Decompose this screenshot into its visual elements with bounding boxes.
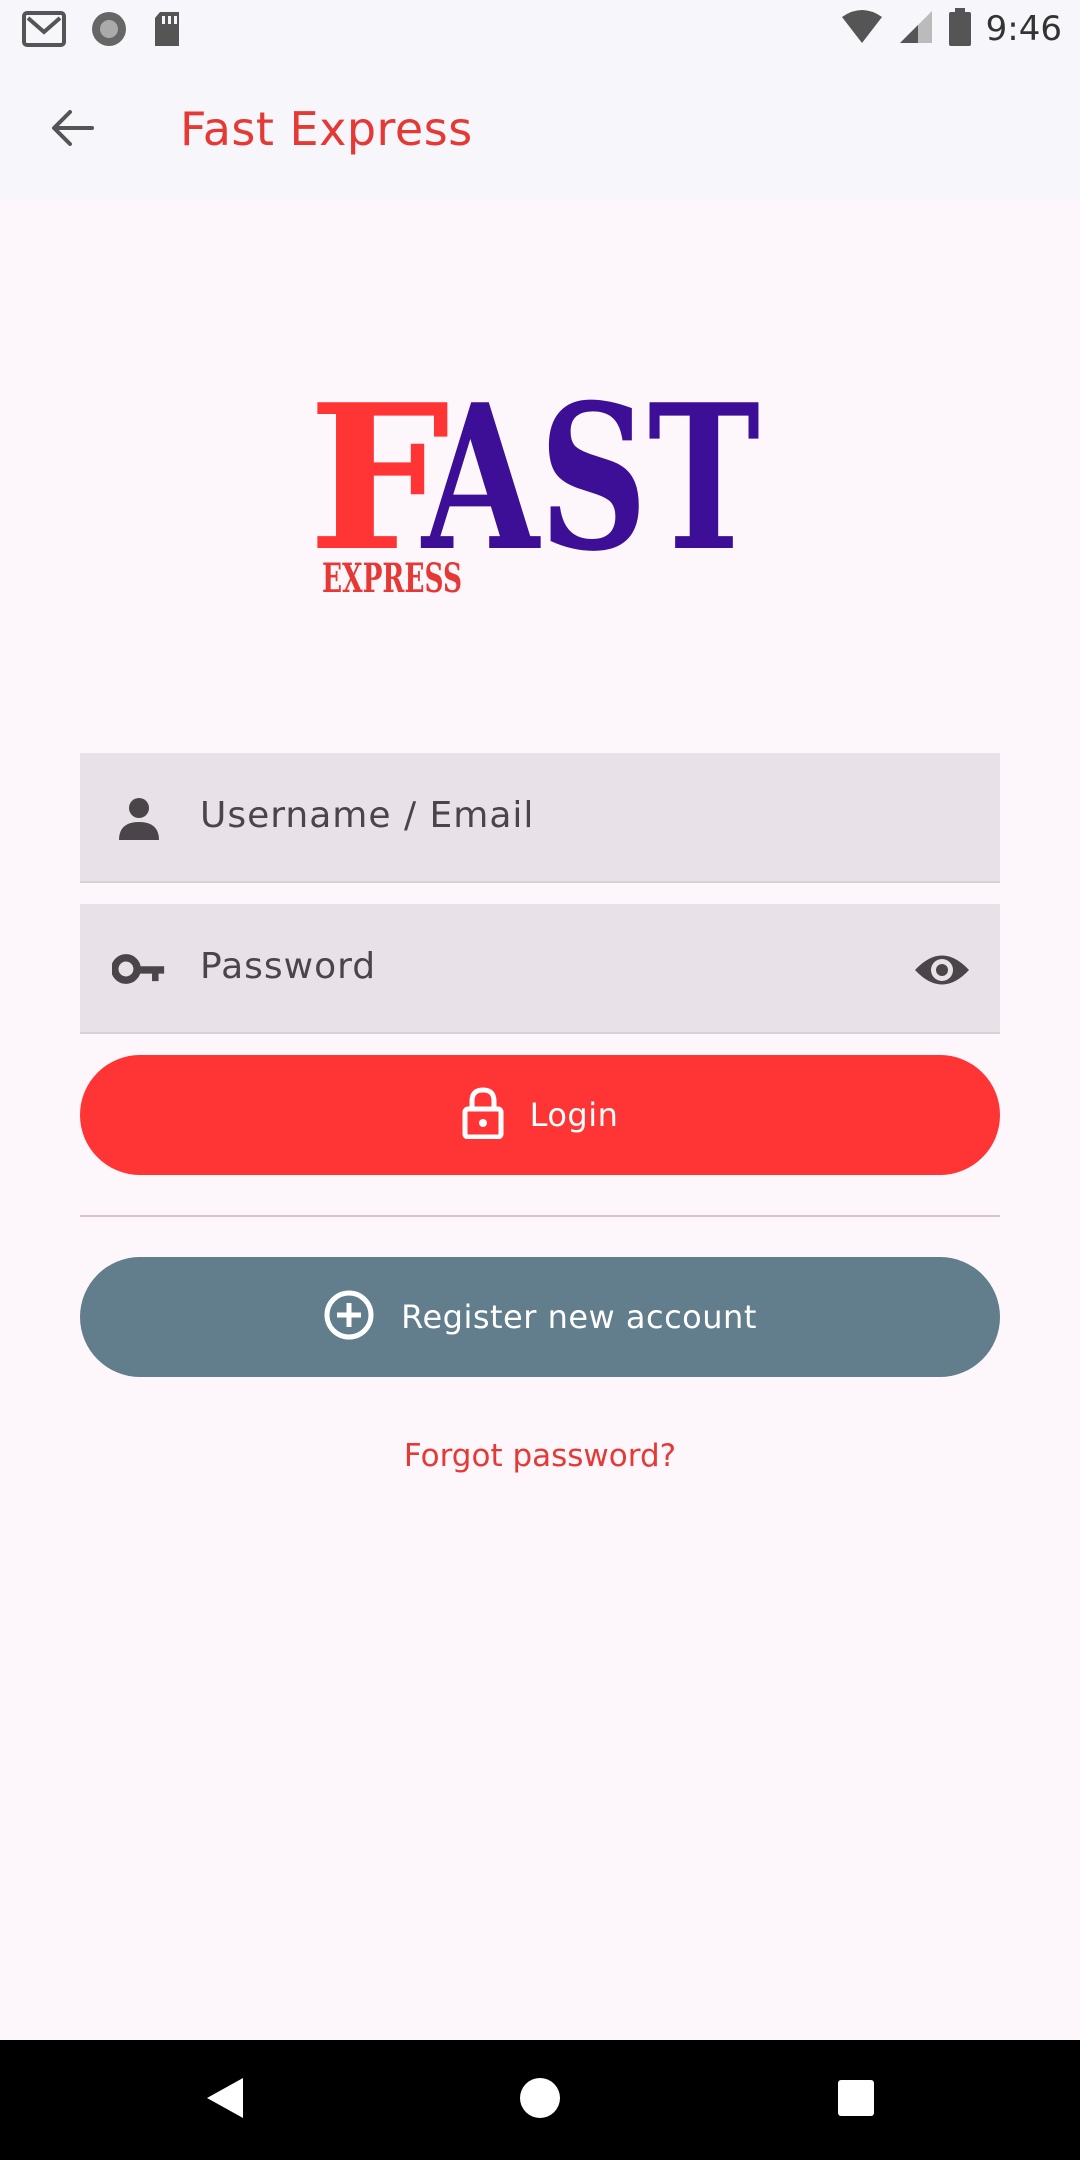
app-title: Fast Express xyxy=(180,102,473,156)
forgot-password-link[interactable]: Forgot password? xyxy=(0,1438,1080,1474)
visibility-toggle-icon[interactable] xyxy=(912,940,972,1000)
home-circle-icon xyxy=(518,2076,562,2124)
status-time: 9:46 xyxy=(985,9,1062,49)
sd-card-icon xyxy=(152,10,182,52)
person-icon xyxy=(112,791,166,845)
arrow-back-icon xyxy=(50,108,94,152)
fast-express-logo: F AST EXPRESS xyxy=(300,360,780,602)
nav-home-button[interactable] xyxy=(510,2070,570,2130)
add-circle-icon xyxy=(323,1289,375,1345)
nav-recents-button[interactable] xyxy=(826,2070,886,2130)
password-placeholder: Password xyxy=(200,946,377,987)
navigation-bar xyxy=(0,2040,1080,2160)
register-button[interactable]: Register new account xyxy=(80,1257,1000,1377)
nav-back-button[interactable] xyxy=(195,2070,255,2130)
app-bar: Fast Express xyxy=(0,60,1080,200)
password-field[interactable]: Password xyxy=(80,904,1000,1034)
record-icon xyxy=(90,10,128,52)
status-bar: 9:46 xyxy=(0,0,1080,60)
username-placeholder: Username / Email xyxy=(200,795,535,836)
divider xyxy=(80,1215,1000,1217)
register-label: Register new account xyxy=(401,1298,757,1336)
back-triangle-icon xyxy=(205,2076,245,2124)
logo-subtext: EXPRESS xyxy=(322,555,462,600)
username-field[interactable]: Username / Email xyxy=(80,753,1000,883)
login-label: Login xyxy=(529,1096,619,1134)
cell-signal-icon xyxy=(898,9,934,49)
gmail-icon xyxy=(22,10,66,52)
key-icon xyxy=(112,942,166,996)
wifi-icon xyxy=(840,9,884,49)
login-button[interactable]: Login xyxy=(80,1055,1000,1175)
recents-square-icon xyxy=(836,2078,876,2122)
battery-icon xyxy=(948,8,972,50)
logo-letters-ast: AST xyxy=(420,361,760,596)
lock-icon xyxy=(462,1087,504,1143)
back-button[interactable] xyxy=(40,98,104,162)
